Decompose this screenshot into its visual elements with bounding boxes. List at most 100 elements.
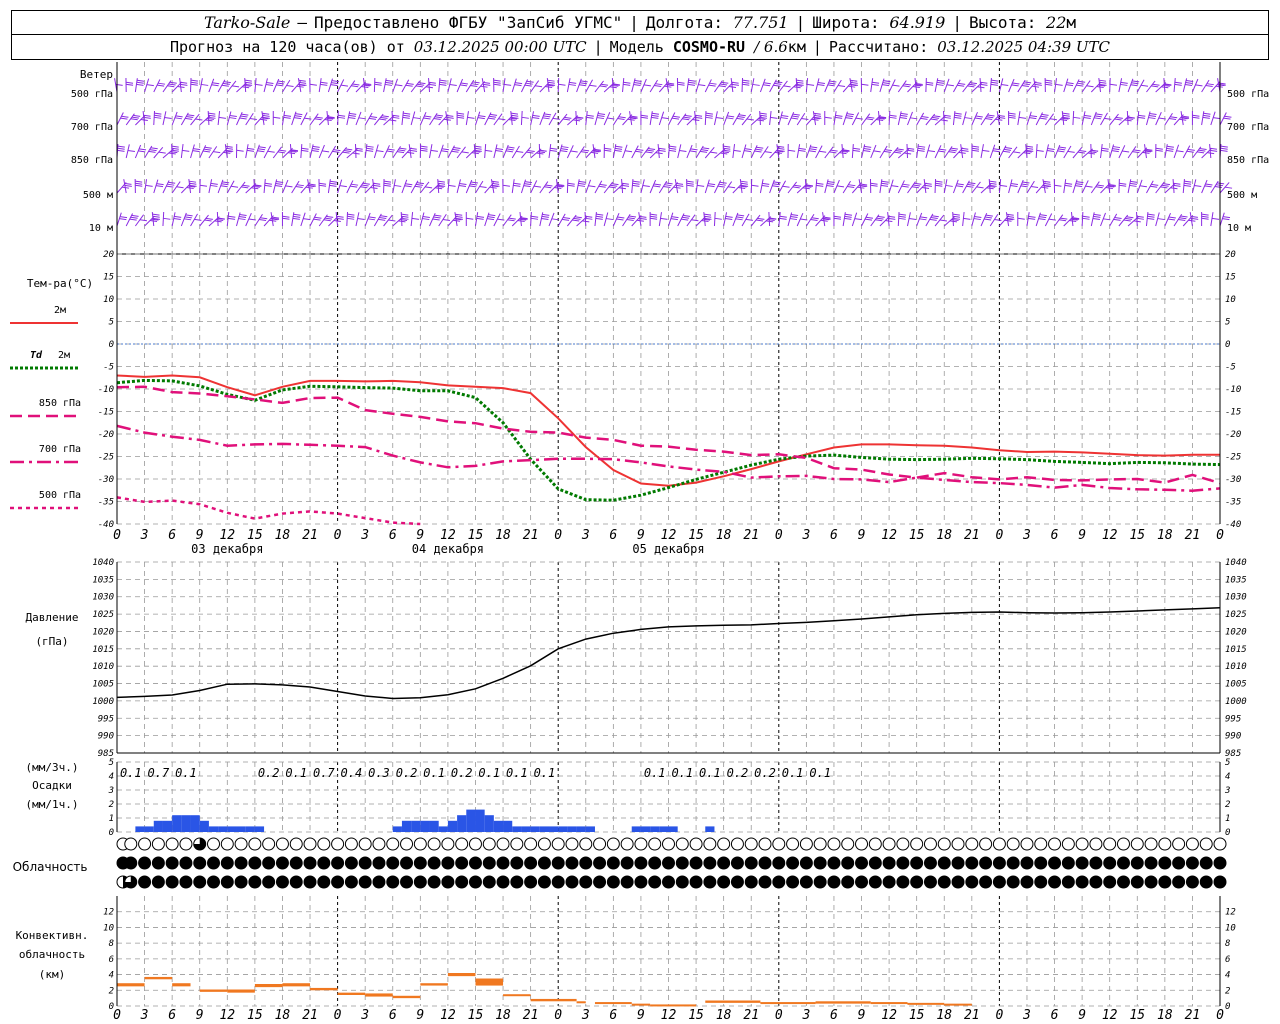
wind-barb-feather: [242, 184, 250, 187]
wind-barb-feather: [229, 115, 237, 118]
wind-barb-feather: [225, 145, 233, 148]
wind-barb-feather: [158, 151, 166, 154]
wind-barb-feather: [405, 84, 413, 87]
wind-barb-feather: [171, 149, 179, 152]
wind-barb-feather: [1210, 149, 1218, 152]
cloud-symbol: [1185, 837, 1199, 851]
cloud-symbol: [386, 875, 400, 889]
time-tick-label-bottom: 3: [801, 1008, 810, 1023]
wind-barb-feather: [345, 148, 353, 151]
wind-barb: [594, 111, 600, 126]
wind-barb-feather: [621, 184, 630, 187]
wind-barb-feather: [130, 216, 138, 219]
y-tick-label-left: 1035: [92, 575, 114, 585]
wind-barb-feather: [655, 83, 663, 86]
wind-barb-feather: [599, 85, 607, 88]
wind-barb-feather: [285, 185, 293, 188]
wind-barb-feather: [212, 82, 220, 85]
wind-barb-feather: [504, 83, 512, 86]
time-tick-label-bottom: 12: [219, 1008, 235, 1023]
wind-barb-feather: [332, 150, 340, 153]
wind-barb: [674, 179, 679, 194]
wind-barb-feather: [286, 84, 294, 87]
wind-barb-feather: [366, 149, 374, 152]
wind-barb-feather: [1149, 113, 1157, 116]
wind-barb-feather: [451, 150, 459, 153]
wind-barb: [465, 111, 469, 126]
time-tick-label-bottom: 15: [909, 1008, 925, 1023]
y-tick-label-right: 1: [1225, 814, 1230, 824]
cloud-symbol: [1213, 837, 1227, 851]
wind-barb-feather: [833, 217, 842, 220]
y-tick-label-left: 15: [103, 273, 114, 283]
cloud-symbol: [234, 856, 248, 870]
wind-barb-feather: [975, 115, 983, 118]
wind-barb-feather: [1093, 215, 1101, 218]
wind-barb-feather: [744, 150, 752, 153]
wind-barb-feather: [174, 117, 182, 120]
cloud-symbol: [165, 875, 179, 889]
precip-3h-value: 0.2: [396, 766, 418, 780]
wind-barb-feather: [1147, 213, 1155, 216]
wind-barb-feather: [1024, 81, 1032, 84]
cloud-symbol: [992, 856, 1006, 870]
cloud-symbol: [234, 837, 248, 851]
wind-barb-feather: [562, 118, 571, 121]
wind-barb-feather: [987, 114, 995, 117]
wind-barb-feather: [966, 185, 974, 188]
y-tick-label-left: 10: [103, 923, 114, 933]
wind-barb: [677, 144, 682, 159]
wind-barb-feather: [956, 183, 964, 186]
wind-barb-feather: [489, 115, 497, 118]
wind-barb-feather: [223, 81, 231, 84]
wind-level-label-left: 500 гПа: [71, 89, 113, 100]
y-tick-label-right: 1000: [1225, 697, 1247, 707]
wind-barb-feather: [367, 218, 376, 221]
cloud-symbol: [992, 837, 1006, 851]
wind-barb-feather: [1220, 149, 1228, 152]
wind-barb-feather: [956, 185, 964, 188]
wind-level-label-left: 850 гПа: [71, 155, 113, 166]
wind-barb-feather: [676, 184, 684, 187]
wind-barb-feather: [829, 80, 837, 83]
cloud-symbol: [689, 875, 703, 889]
wind-barb-feather: [705, 114, 713, 117]
wind-barb-feather: [836, 185, 845, 188]
time-tick-label: 9: [858, 528, 866, 543]
wind-barb-feather: [661, 117, 669, 120]
wind-barb-feather: [865, 118, 874, 121]
time-tick-label: 21: [302, 528, 318, 543]
wind-barb-feather: [650, 215, 658, 218]
wind-barb-feather: [1114, 118, 1122, 121]
wind-barb-feather: [479, 185, 487, 188]
wind-barb-feather: [135, 184, 143, 187]
wind-barb-feather: [632, 180, 640, 183]
cloud-symbol: [344, 856, 358, 870]
wind-barb-feather: [752, 83, 760, 86]
y-tick-label-right: 2: [1225, 986, 1230, 996]
y-tick-label-right: 0: [1225, 828, 1230, 838]
wind-barb-feather: [516, 150, 524, 153]
wind-barb-feather: [718, 183, 726, 186]
wind-barb-feather: [322, 150, 330, 153]
cloud-symbol: [510, 837, 524, 851]
wind-barb-feather: [952, 213, 960, 216]
cloud-symbol: [882, 856, 896, 870]
wind-barb-feather: [298, 79, 306, 82]
precip-bar: [135, 826, 145, 832]
wind-barb-feather: [213, 151, 221, 154]
wind-barb-feather: [1101, 147, 1109, 150]
wind-barb-feather: [824, 116, 832, 119]
wind-barb-feather: [570, 150, 578, 153]
y-tick-label-right: 3: [1224, 786, 1230, 796]
wind-barb-feather: [1166, 149, 1174, 152]
time-tick-label: 9: [416, 528, 424, 543]
wind-barb-feather: [299, 81, 307, 84]
wind-barb-feather: [208, 112, 216, 115]
wind-barb-feather: [640, 116, 648, 119]
wind-barb-feather: [726, 117, 734, 120]
time-tick-label-bottom: 12: [661, 1008, 677, 1023]
wind-barb-feather: [1130, 180, 1138, 183]
wind-barb-feather: [493, 79, 501, 82]
cloud-symbol: [606, 856, 620, 870]
